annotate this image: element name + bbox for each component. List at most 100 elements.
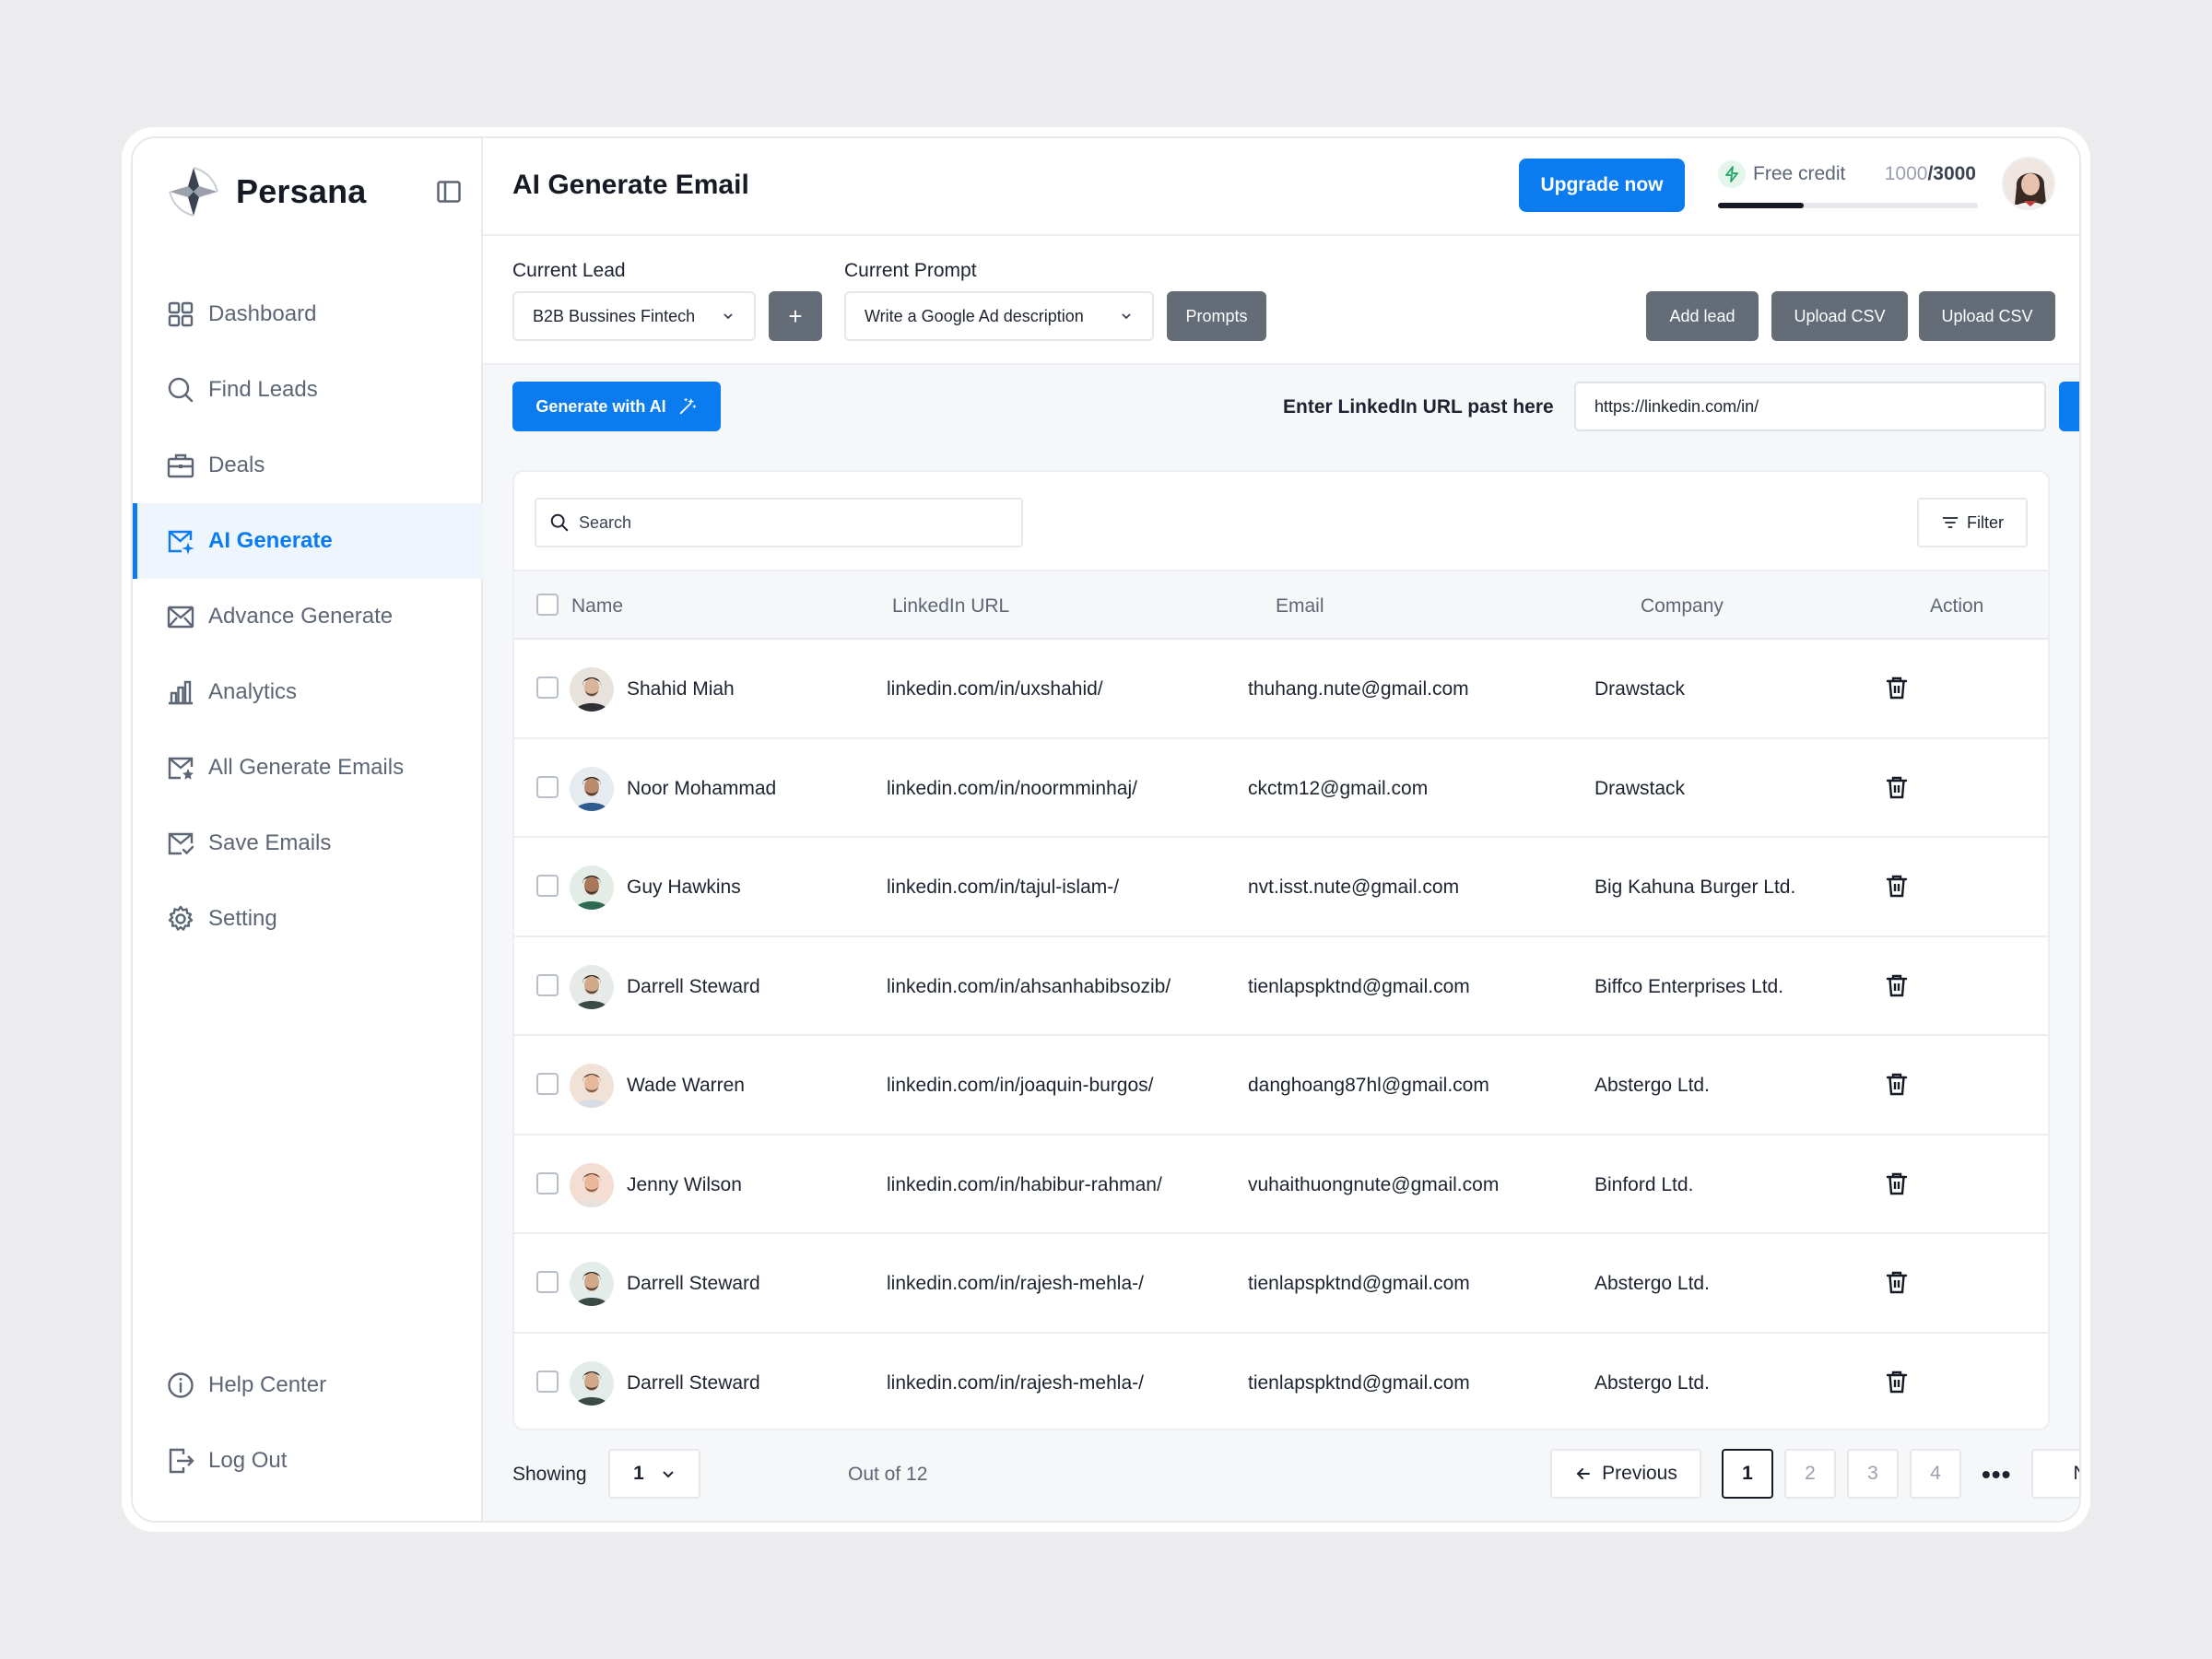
mail-star-icon — [168, 757, 194, 780]
current-lead-value: B2B Bussines Fintech — [533, 306, 696, 325]
sidebar-item-dashboard[interactable]: Dashboard — [133, 276, 483, 352]
logout-icon — [169, 1448, 194, 1474]
row-checkbox[interactable] — [536, 1171, 559, 1194]
add-lead-button[interactable]: Add lead — [1646, 291, 1759, 341]
lead-linkedin-url[interactable]: linkedin.com/in/uxshahid/ — [887, 678, 1103, 700]
sidebar-item-find-leads[interactable]: Find Leads — [133, 352, 483, 428]
lead-name: Darrell Steward — [627, 975, 760, 997]
page-button-1[interactable]: 1 — [1722, 1449, 1773, 1499]
trash-icon[interactable] — [1884, 675, 1910, 700]
credit-progress-bar — [1718, 203, 1978, 208]
table-row[interactable]: Darrell Steward linkedin.com/in/rajesh-me… — [514, 1234, 2048, 1334]
lead-linkedin-url[interactable]: linkedin.com/in/ahsanhabibsozib/ — [887, 976, 1171, 998]
trash-icon[interactable] — [1884, 1071, 1910, 1097]
sidebar-item-label: All Generate Emails — [208, 755, 405, 780]
upgrade-now-button[interactable]: Upgrade now — [1519, 159, 1685, 212]
sidebar-item-advance-generate[interactable]: Advance Generate — [133, 579, 483, 654]
trash-icon[interactable] — [1884, 1171, 1910, 1196]
sidebar-item-save-emails[interactable]: Save Emails — [133, 806, 483, 881]
avatar — [570, 667, 614, 712]
app-window: Persana Dashboard Find Leads Deals AI Ge… — [131, 136, 2081, 1523]
brand-logo[interactable]: Persana — [166, 162, 367, 221]
lead-prompt-toolbar: Current Lead B2B Bussines Fintech + Curr… — [483, 236, 2079, 365]
sidebar-item-log-out[interactable]: Log Out — [133, 1423, 483, 1499]
trash-icon[interactable] — [1884, 1369, 1910, 1394]
row-checkbox[interactable] — [536, 775, 559, 798]
credit-total: /3000 — [1927, 163, 1976, 184]
select-all-checkbox[interactable] — [536, 594, 559, 616]
table-row[interactable]: Guy Hawkins linkedin.com/in/tajul-islam-/… — [514, 838, 2048, 937]
table-row[interactable]: Jenny Wilson linkedin.com/in/habibur-rahm… — [514, 1135, 2048, 1234]
table-row[interactable]: Shahid Miah linkedin.com/in/uxshahid/thuh… — [514, 640, 2048, 739]
user-avatar[interactable] — [2002, 157, 2055, 210]
row-checkbox[interactable] — [536, 1271, 559, 1293]
search-input[interactable] — [579, 512, 1003, 533]
page-size-select[interactable]: 1 — [608, 1449, 700, 1499]
lead-email: tienlapspktnd@gmail.com — [1248, 1273, 1470, 1294]
lead-name: Darrell Steward — [627, 1371, 760, 1394]
mail-sparkle-icon — [168, 530, 194, 555]
table-search[interactable] — [535, 498, 1023, 547]
add-lead-plus-button[interactable]: + — [769, 291, 822, 341]
upload-csv-button[interactable]: Upload CSV — [1771, 291, 1908, 341]
trash-icon[interactable] — [1884, 873, 1910, 899]
sidebar-item-label: Deals — [208, 453, 265, 477]
lead-linkedin-url[interactable]: linkedin.com/in/habibur-rahman/ — [887, 1174, 1162, 1196]
lead-linkedin-url[interactable]: linkedin.com/in/rajesh-mehla-/ — [887, 1372, 1144, 1394]
linkedin-url-label: Enter LinkedIn URL past here — [1283, 396, 1554, 418]
lead-company: Drawstack — [1594, 678, 1686, 700]
previous-button[interactable]: Previous — [1550, 1449, 1701, 1499]
sidebar-item-analytics[interactable]: Analytics — [133, 654, 483, 730]
pagination: Showing 1 Out of 12 Previous 1 2 3 4 •••… — [483, 1449, 2079, 1500]
page-button-2[interactable]: 2 — [1784, 1449, 1836, 1499]
page-title: AI Generate Email — [512, 170, 749, 200]
sidebar-item-all-generate-emails[interactable]: All Generate Emails — [133, 730, 483, 806]
lead-linkedin-url[interactable]: linkedin.com/in/rajesh-mehla-/ — [887, 1273, 1144, 1295]
lead-name: Darrell Steward — [627, 1273, 760, 1294]
column-header-action: Action — [1930, 595, 1984, 617]
generate-with-ai-button[interactable]: Generate with AI — [512, 382, 721, 431]
sidebar-item-label: Dashboard — [208, 301, 317, 326]
current-lead-select[interactable]: B2B Bussines Fintech — [512, 291, 756, 341]
row-checkbox[interactable] — [536, 875, 559, 897]
lead-email: nvt.isst.nute@gmail.com — [1248, 877, 1460, 898]
page-button-3[interactable]: 3 — [1847, 1449, 1899, 1499]
upload-csv-button-2[interactable]: Upload CSV — [1919, 291, 2055, 341]
sidebar-item-ai-generate[interactable]: AI Generate — [133, 503, 483, 579]
quick-add-button[interactable]: Quick add — [2059, 382, 2079, 431]
next-button[interactable]: Next — [2031, 1449, 2079, 1499]
sidebar-item-deals[interactable]: Deals — [133, 428, 483, 503]
generate-with-ai-label: Generate with AI — [535, 396, 666, 416]
filter-button[interactable]: Filter — [1917, 498, 2028, 547]
lead-name: Guy Hawkins — [627, 877, 741, 898]
sidebar-item-help-center[interactable]: Help Center — [133, 1347, 483, 1423]
table-row[interactable]: Noor Mohammad linkedin.com/in/noormminhaj… — [514, 739, 2048, 838]
sidebar: Persana Dashboard Find Leads Deals AI Ge… — [133, 138, 483, 1521]
prompts-button[interactable]: Prompts — [1167, 291, 1266, 341]
search-icon — [168, 377, 194, 403]
row-checkbox[interactable] — [536, 677, 559, 699]
trash-icon[interactable] — [1884, 972, 1910, 998]
lead-linkedin-url[interactable]: linkedin.com/in/tajul-islam-/ — [887, 877, 1119, 899]
sidebar-collapse-icon[interactable] — [437, 181, 461, 203]
lead-linkedin-url[interactable]: linkedin.com/in/noormminhaj/ — [887, 778, 1137, 800]
row-checkbox[interactable] — [536, 973, 559, 996]
current-prompt-select[interactable]: Write a Google Ad description — [844, 291, 1154, 341]
out-of-label: Out of 12 — [848, 1464, 928, 1485]
page-button-4[interactable]: 4 — [1910, 1449, 1961, 1499]
linkedin-url-input[interactable] — [1574, 382, 2046, 431]
table-row[interactable]: Darrell Steward linkedin.com/in/ahsanhabi… — [514, 937, 2048, 1036]
lead-email: ckctm12@gmail.com — [1248, 777, 1429, 799]
table-row[interactable]: Wade Warren linkedin.com/in/joaquin-burgo… — [514, 1036, 2048, 1135]
lead-email: vuhaithuongnute@gmail.com — [1248, 1173, 1500, 1195]
sidebar-item-setting[interactable]: Setting — [133, 881, 483, 957]
lead-linkedin-url[interactable]: linkedin.com/in/joaquin-burgos/ — [887, 1075, 1154, 1097]
row-checkbox[interactable] — [536, 1073, 559, 1095]
sidebar-nav: Dashboard Find Leads Deals AI Generate A… — [133, 276, 483, 957]
trash-icon[interactable] — [1884, 774, 1910, 800]
trash-icon[interactable] — [1884, 1269, 1910, 1295]
table-row[interactable]: Darrell Steward linkedin.com/in/rajesh-me… — [514, 1334, 2048, 1430]
column-header-email: Email — [1276, 595, 1324, 617]
row-checkbox[interactable] — [536, 1370, 559, 1393]
search-icon — [550, 513, 569, 532]
